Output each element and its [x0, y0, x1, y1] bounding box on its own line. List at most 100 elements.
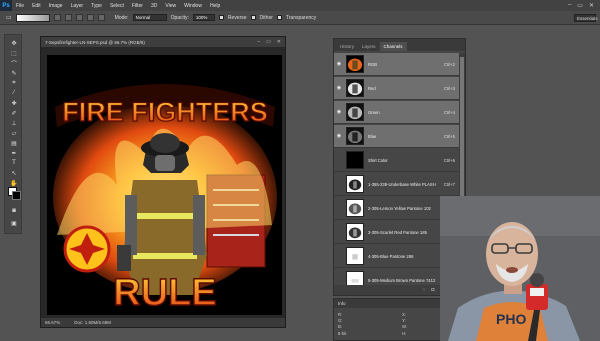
channel-name: Blue [368, 133, 377, 139]
path-selection-tool-icon[interactable]: ↖ [8, 169, 20, 177]
info-x-label: X: [402, 312, 406, 317]
channel-name: 5-305-Medium Brown Pantone 7412 [368, 277, 436, 283]
maximize-button[interactable]: ▭ [577, 2, 583, 9]
visibility-eye-icon[interactable]: ◉ [335, 85, 343, 91]
channel-name: Red [368, 85, 376, 91]
minimize-button[interactable]: – [568, 2, 571, 9]
options-bar: ▭ Mode: Normal Opacity: 100% Reverse Dit… [0, 11, 600, 25]
presenter-shirt-text: PHO [496, 311, 526, 327]
channel-row-red[interactable]: ◉ Red Ctrl+3 [334, 77, 461, 100]
menu-file[interactable]: File [12, 3, 28, 9]
close-button[interactable]: ✕ [589, 2, 594, 9]
channel-row-rgb[interactable]: ◉ RGB Ctrl+2 [334, 53, 461, 76]
channel-shortcut: Ctrl+2 [443, 61, 455, 67]
mode-label: Mode: [114, 14, 129, 21]
channel-shortcut: Ctrl+6 [443, 157, 455, 163]
screen-mode-icon[interactable]: ▣ [8, 219, 20, 227]
gradient-picker[interactable] [15, 13, 50, 22]
channel-shortcut: Ctrl+7 [443, 181, 455, 187]
photoshop-logo: Ps [0, 0, 12, 11]
channel-row-green[interactable]: ◉ Green Ctrl+4 [334, 101, 461, 124]
menu-image[interactable]: Image [45, 3, 67, 9]
document-status-bar: 66.67% Doc: 1.60M/6.69M [41, 318, 285, 327]
move-tool-icon[interactable]: ✥ [8, 39, 20, 47]
visibility-eye-icon[interactable]: ◉ [335, 133, 343, 139]
angle-gradient-button[interactable] [75, 14, 83, 21]
reverse-checkbox[interactable] [218, 15, 224, 20]
menu-bar: Ps File Edit Image Layer Type Select Fil… [0, 0, 600, 11]
info-y-label: Y: [402, 318, 406, 323]
menu-view[interactable]: View [161, 3, 180, 9]
menu-3d[interactable]: 3D [147, 3, 161, 9]
artwork-footer-word: RULE [113, 272, 216, 314]
document-close-button[interactable]: ✕ [277, 39, 281, 45]
menu-window[interactable]: Window [180, 3, 206, 9]
document-maximize-button[interactable]: ▭ [266, 39, 271, 45]
save-selection-icon[interactable]: ◘ [431, 287, 434, 293]
healing-brush-tool-icon[interactable]: ✚ [8, 99, 20, 107]
panel-tabs: History Layers Channels [334, 39, 465, 51]
pen-tool-icon[interactable]: ✒ [8, 149, 20, 157]
brush-tool-icon[interactable]: ✐ [8, 109, 20, 117]
visibility-eye-icon[interactable]: ◉ [335, 61, 343, 67]
diamond-gradient-button[interactable] [97, 14, 105, 21]
type-tool-icon[interactable]: T [8, 159, 20, 167]
linear-gradient-button[interactable] [53, 14, 61, 21]
menu-filter[interactable]: Filter [128, 3, 147, 9]
mode-select[interactable]: Normal [132, 14, 167, 21]
workspace-select[interactable]: Essentials [574, 13, 598, 22]
crop-tool-icon[interactable]: ⌗ [8, 79, 20, 87]
zoom-level[interactable]: 66.67% [45, 320, 60, 325]
hand-tool-icon[interactable]: ✋ [8, 179, 20, 187]
canvas-artwork[interactable]: FIRE FIGHTERS RULE [47, 55, 282, 315]
gradient-tool-icon[interactable]: ▭ [6, 14, 12, 21]
reflected-gradient-button[interactable] [86, 14, 94, 21]
channel-thumbnail [346, 199, 364, 217]
reverse-label: Reverse [227, 14, 247, 21]
document-window: 7-Sepsfirefighter-LN-SEPS.psd @ 66.7% (R… [40, 36, 286, 328]
channel-row-blue[interactable]: ◉ Blue Ctrl+5 [334, 125, 461, 148]
background-color-swatch[interactable] [12, 191, 21, 200]
presenter-webcam-image: PHO [440, 196, 600, 341]
quick-select-tool-icon[interactable]: ✎ [8, 69, 20, 77]
document-tab[interactable]: 7-Sepsfirefighter-LN-SEPS.psd @ 66.7% (R… [41, 37, 285, 47]
radial-gradient-button[interactable] [64, 14, 72, 21]
menu-help[interactable]: Help [206, 3, 224, 9]
marquee-tool-icon[interactable]: ⬚ [8, 49, 20, 57]
channel-row-underbase-white[interactable]: 1-355-239-Underbase White PLASH APT... C… [334, 173, 461, 196]
tab-channels[interactable]: Channels [379, 42, 407, 51]
toolbox: ✥ ⬚ ⌒ ✎ ⌗ ⁄ ✚ ✐ ⊥ ▱ ▤ ✒ T ↖ ✋ ◙ ▣ [4, 34, 22, 234]
channel-thumbnail [346, 151, 364, 169]
channel-thumbnail [346, 127, 364, 145]
eyedropper-tool-icon[interactable]: ⁄ [8, 89, 20, 97]
tab-history[interactable]: History [336, 42, 358, 51]
info-blue-label: B: [338, 324, 342, 329]
gradient-tool-icon[interactable]: ▤ [8, 139, 20, 147]
menu-layer[interactable]: Layer [67, 3, 88, 9]
dither-checkbox[interactable] [250, 15, 256, 20]
channel-name: Green [368, 109, 380, 115]
menu-select[interactable]: Select [106, 3, 128, 9]
channel-row-shirt-color[interactable]: Shirt Color Ctrl+6 [334, 149, 461, 172]
lasso-tool-icon[interactable]: ⌒ [8, 59, 20, 68]
channel-shortcut: Ctrl+5 [443, 133, 455, 139]
opacity-field[interactable]: 100% [192, 14, 215, 21]
eraser-tool-icon[interactable]: ▱ [8, 129, 20, 137]
presenter-webcam: PHO [440, 196, 600, 341]
tab-layers[interactable]: Layers [358, 42, 380, 51]
info-red-label: R: [338, 312, 343, 317]
info-green-label: G: [338, 318, 343, 323]
channel-shortcut: Ctrl+3 [443, 85, 455, 91]
menu-edit[interactable]: Edit [28, 3, 45, 9]
menu-type[interactable]: Type [87, 3, 106, 9]
quick-mask-icon[interactable]: ◙ [8, 207, 20, 215]
channel-thumbnail [346, 247, 364, 265]
clone-stamp-tool-icon[interactable]: ⊥ [8, 119, 20, 127]
artwork-headline: FIRE FIGHTERS [62, 97, 268, 127]
load-selection-icon[interactable]: ◌ [422, 287, 425, 293]
transparency-checkbox[interactable] [276, 15, 282, 20]
visibility-eye-icon[interactable]: ◉ [335, 109, 343, 115]
channels-scrollbar-thumb[interactable] [460, 57, 464, 197]
channel-thumbnail [346, 175, 364, 193]
document-minimize-button[interactable]: – [257, 39, 260, 45]
